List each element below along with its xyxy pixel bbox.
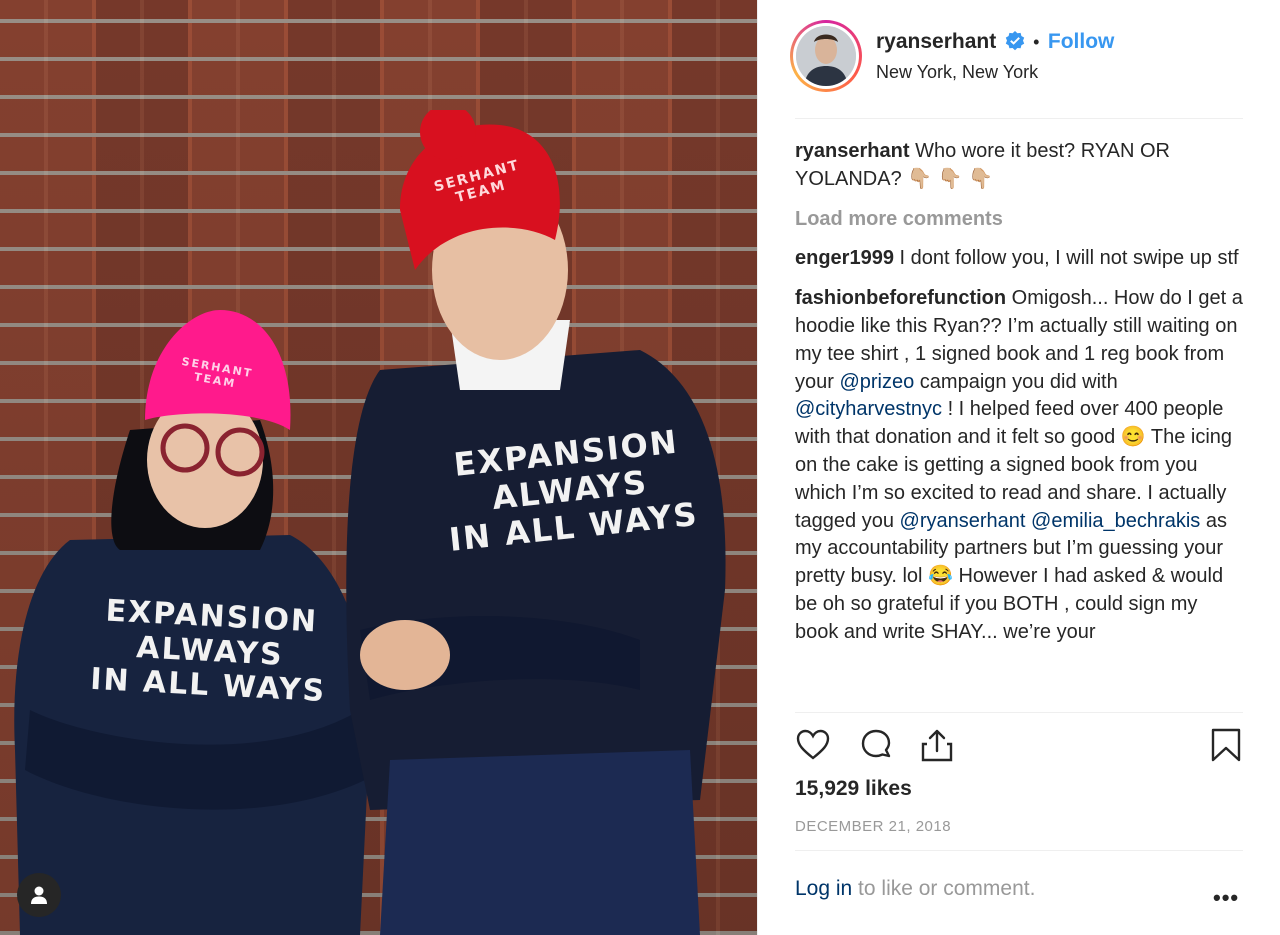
post-location[interactable]: New York, New York [876,62,1038,83]
follow-button[interactable]: Follow [1048,30,1115,53]
story-ring-avatar[interactable] [790,20,862,92]
footer-divider [795,850,1243,851]
mention-link[interactable]: @cityharvestnyc [795,398,942,420]
post-header: ryanserhant • Follow New York, New York [790,20,1250,96]
login-prompt: Log in to like or comment. [795,877,1035,901]
mention-link[interactable]: @prizeo [839,371,914,393]
user-icon [31,886,47,904]
comment-item: fashionbeforefunction Omigosh... How do … [795,285,1245,646]
header-username[interactable]: ryanserhant [876,30,996,53]
comment-icon [861,729,891,758]
login-prompt-text: to like or comment. [852,877,1036,900]
caption-username[interactable]: ryanserhant [795,140,910,162]
heart-icon [796,729,830,760]
header-dot-separator: • [1033,32,1040,52]
login-link[interactable]: Log in [795,877,852,900]
post-actions [795,727,1243,767]
comments-divider [795,712,1243,713]
avatar [796,26,856,86]
more-options-button[interactable]: ••• [1213,885,1239,911]
user-tags-button[interactable] [17,873,61,917]
person-left: SERHANT TEAM EXPANSION ALWAYS IN ALL WAY… [10,310,370,935]
mention-link[interactable]: @ryanserhant [900,510,1026,532]
comments-list: ryanserhant Who wore it best? RYAN OR YO… [795,138,1245,711]
verified-badge-icon [1005,31,1024,51]
header-divider [795,118,1243,119]
left-sweater-text: EXPANSION ALWAYS IN ALL WAYS [89,593,328,710]
likes-count[interactable]: 15,929 likes [795,777,912,801]
comment-item: enger1999 I dont follow you, I will not … [795,245,1245,273]
person-right: SERHANT TEAM EXPANSION ALWAYS IN ALL WAY… [340,104,730,935]
mention-link[interactable]: @emilia_bechrakis [1031,510,1200,532]
caption: ryanserhant Who wore it best? RYAN OR YO… [795,138,1245,194]
comment-text-part: campaign you did with [914,370,1118,393]
comment-button[interactable] [858,727,894,768]
bookmark-icon [1211,728,1241,762]
comment-text: I dont follow you, I will not swipe up s… [899,247,1239,270]
post-sidebar: ryanserhant • Follow New York, New York … [757,0,1280,935]
comment-username[interactable]: enger1999 [795,247,894,269]
load-more-comments-button[interactable]: Load more comments [795,206,1245,234]
share-button[interactable] [919,727,955,768]
save-button[interactable] [1209,727,1243,768]
post-date: DECEMBER 21, 2018 [795,818,952,835]
share-icon [921,729,953,762]
comment-username[interactable]: fashionbeforefunction [795,287,1006,309]
post-photo: SERHANT TEAM EXPANSION ALWAYS IN ALL WAY… [0,0,757,935]
like-button[interactable] [795,727,831,768]
